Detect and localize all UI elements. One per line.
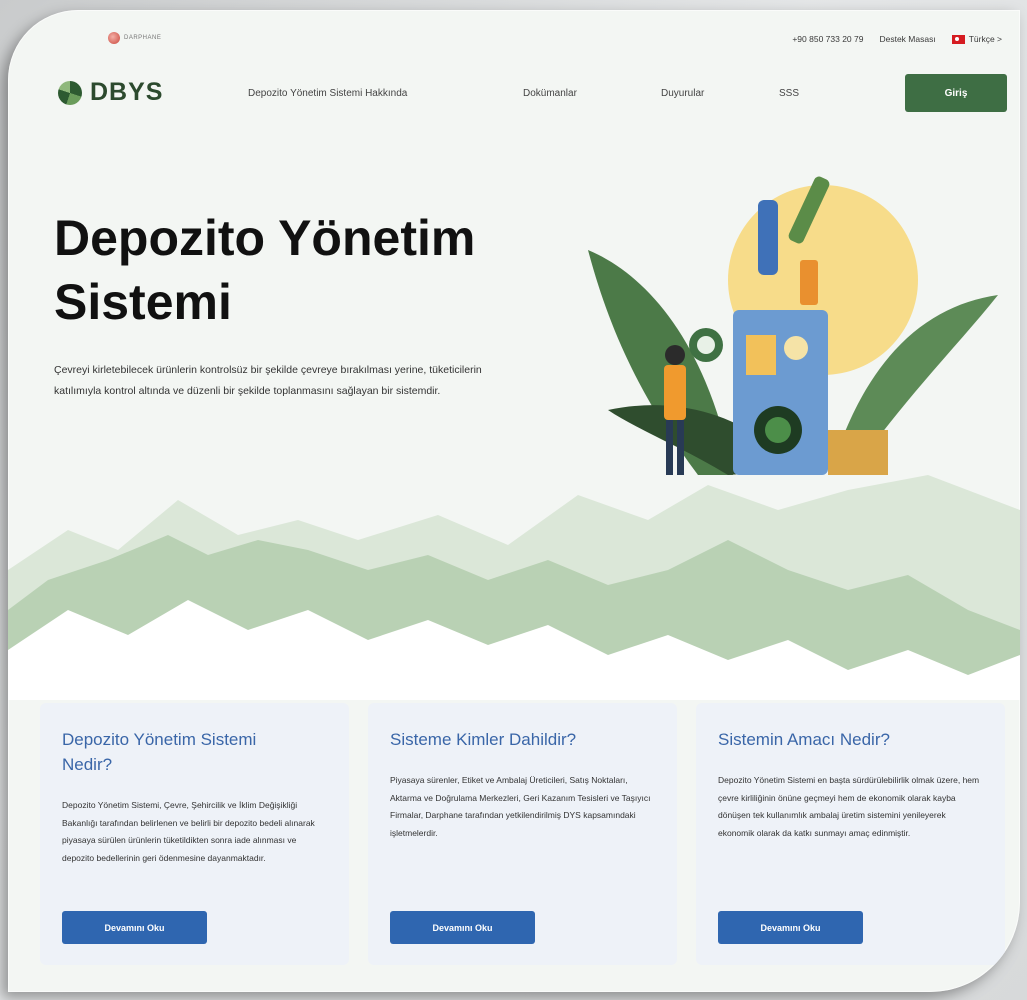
read-more-button[interactable]: Devamını Oku — [718, 911, 863, 944]
darphane-logo-icon — [108, 32, 120, 44]
language-selector[interactable]: Türkçe > — [951, 34, 1002, 44]
card-title: Sistemin Amacı Nedir? — [718, 730, 890, 749]
landscape-decoration — [8, 475, 1020, 700]
info-cards: Depozito Yönetim Sistemi Nedir? Depozito… — [40, 703, 1005, 965]
hero-description: Çevreyi kirletebilecek ürünlerin kontrol… — [54, 364, 482, 397]
nav-link-announcements[interactable]: Duyurular — [661, 88, 779, 99]
nav-link-about[interactable]: Depozito Yönetim Sistemi Hakkında — [248, 88, 523, 99]
card-title: Depozito Yönetim Sistemi Nedir? — [62, 730, 257, 774]
card-who-included: Sisteme Kimler Dahildir? Piyasaya sürenl… — [368, 703, 677, 965]
nav-links: Depozito Yönetim Sistemi Hakkında Doküma… — [248, 88, 799, 99]
recycling-illustration — [588, 176, 998, 475]
support-link[interactable]: Destek Masası — [879, 34, 935, 44]
dbys-logo-text: DBYS — [90, 78, 164, 106]
card-what-is: Depozito Yönetim Sistemi Nedir? Depozito… — [40, 703, 349, 965]
card-title: Sisteme Kimler Dahildir? — [390, 730, 577, 749]
darphane-brand[interactable]: DARPHANE — [108, 32, 161, 44]
phone-number[interactable]: +90 850 733 20 79 — [792, 34, 863, 44]
card-body: Piyasaya sürenler, Etiket ve Ambalaj Üre… — [390, 775, 651, 838]
read-more-button[interactable]: Devamını Oku — [390, 911, 535, 944]
read-more-button[interactable]: Devamını Oku — [62, 911, 207, 944]
dbys-logo-icon — [58, 80, 82, 105]
hero-title: Depozito Yönetim Sistemi — [54, 210, 476, 330]
browser-page: DARPHANE +90 850 733 20 79 Destek Masası… — [8, 10, 1020, 992]
card-body: Depozito Yönetim Sistemi, Çevre, Şehirci… — [62, 800, 315, 863]
login-button[interactable]: Giriş — [905, 74, 1007, 112]
card-body: Depozito Yönetim Sistemi en başta sürdür… — [718, 775, 980, 838]
card-purpose: Sistemin Amacı Nedir? Depozito Yönetim S… — [696, 703, 1005, 965]
dbys-logo[interactable]: DBYS — [58, 78, 163, 107]
darphane-label: DARPHANE — [124, 35, 162, 41]
nav-link-documents[interactable]: Dokümanlar — [523, 88, 661, 99]
top-bar: DARPHANE +90 850 733 20 79 Destek Masası… — [8, 10, 1020, 50]
main-nav: DBYS Depozito Yönetim Sistemi Hakkında D… — [8, 70, 1020, 120]
top-bar-right: +90 850 733 20 79 Destek Masası Türkçe > — [792, 34, 1002, 44]
nav-link-faq[interactable]: SSS — [779, 88, 799, 99]
language-label: Türkçe > — [968, 34, 1002, 44]
turkish-flag-icon — [951, 34, 965, 44]
